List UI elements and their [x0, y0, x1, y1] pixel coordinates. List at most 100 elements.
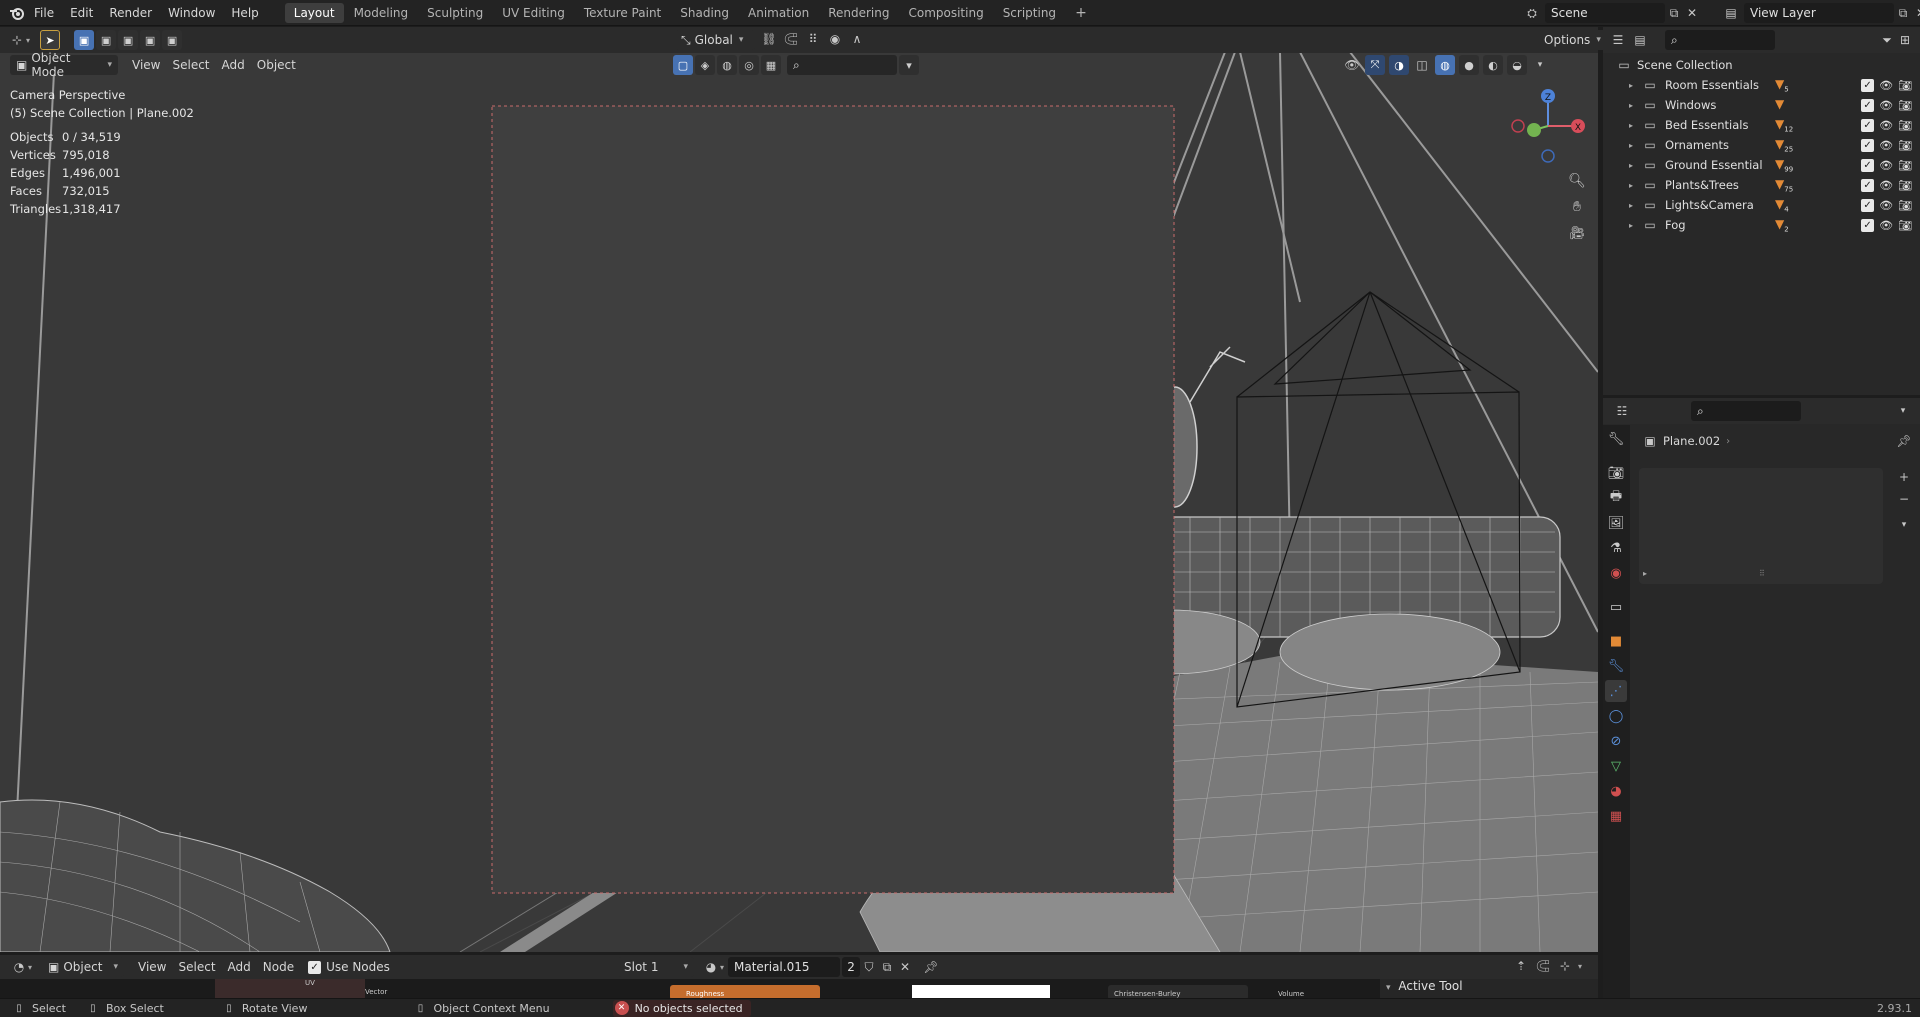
collapse-arrow-icon[interactable]: ▾ [1380, 983, 1391, 993]
filter-object-icon[interactable]: ▢ [673, 55, 693, 75]
disclosure-arrow-icon[interactable]: ▸ [1625, 216, 1637, 234]
fake-user-icon[interactable]: ⛉ [860, 958, 878, 976]
snap-element-icon[interactable]: ⊹ [1556, 957, 1574, 975]
display-mode-icon[interactable]: ▤ [1631, 31, 1649, 49]
viewport-menu-add[interactable]: Add [216, 55, 251, 75]
editor-type-icon[interactable]: ⊹ [8, 31, 26, 49]
filter-material-icon[interactable]: ◍ [717, 55, 737, 75]
data-tab-icon[interactable]: ▽ [1605, 755, 1627, 777]
select-invert-icon[interactable]: ▣ [140, 30, 161, 50]
scene-icon[interactable]: ⛭ [1523, 4, 1541, 22]
navigation-gizmo[interactable]: Z X [1508, 86, 1588, 166]
slot-specials-icon[interactable]: ▾ [1895, 516, 1913, 534]
shader-menu-node[interactable]: Node [257, 957, 300, 977]
outliner-item[interactable]: ▸ ▭ Fog ▼2 ✓ 👁︎ 📷︎ [1603, 215, 1920, 235]
disclosure-arrow-icon[interactable]: ▸ [1625, 196, 1637, 214]
viewport-menu-view[interactable]: View [126, 55, 166, 75]
render-camera-icon[interactable]: 📷︎ [1898, 219, 1912, 232]
tab-texture-paint[interactable]: Texture Paint [575, 3, 670, 23]
render-camera-icon[interactable]: 📷︎ [1898, 179, 1912, 192]
solid-shading-icon[interactable]: ● [1459, 55, 1479, 75]
options-dropdown[interactable]: Options ▾ [1538, 30, 1607, 50]
disclosure-arrow-icon[interactable]: ▸ [1625, 176, 1637, 194]
outliner-item[interactable]: ▸ ▭ Bed Essentials ▼12 ✓ 👁︎ 📷︎ [1603, 115, 1920, 135]
particles-tab-icon[interactable]: ⋰ [1605, 680, 1627, 702]
viewport-search-input[interactable]: ⌕ [787, 55, 897, 75]
exclude-checkbox[interactable]: ✓ [1861, 118, 1875, 132]
tab-shading[interactable]: Shading [671, 3, 738, 23]
pin-icon[interactable]: 📌︎ [1895, 432, 1913, 450]
properties-search-input[interactable]: ⌕ [1691, 401, 1801, 421]
object-filter-icon[interactable]: ▼99 [1775, 157, 1793, 173]
menu-edit[interactable]: Edit [62, 0, 101, 26]
select-subtract-icon[interactable]: ▣ [118, 30, 139, 50]
add-workspace-icon[interactable]: + [1066, 3, 1096, 23]
disclosure-arrow-icon[interactable]: ▸ [1625, 136, 1637, 154]
tab-layout[interactable]: Layout [284, 2, 344, 23]
zoom-icon[interactable]: 🔍︎ [1568, 172, 1586, 190]
use-nodes-checkbox[interactable]: ✓ [308, 960, 322, 974]
outliner-item[interactable]: ▸ ▭ Ornaments ▼25 ✓ 👁︎ 📷︎ [1603, 135, 1920, 155]
transform-orientation-dropdown[interactable]: ⤡ Global ▾ [675, 30, 755, 50]
node-box[interactable]: UV Vector [215, 979, 387, 1000]
material-tab-icon[interactable]: ◕ [1605, 780, 1627, 802]
viewport-menu-object[interactable]: Object [251, 55, 302, 75]
copy-view-layer-icon[interactable]: ⧉ [1894, 4, 1912, 22]
filter-mesh-icon[interactable]: ◈ [695, 55, 715, 75]
unlink-material-icon[interactable]: ✕ [896, 958, 914, 976]
outliner-item[interactable]: ▸ ▭ Lights&Camera ▼4 ✓ 👁︎ 📷︎ [1603, 195, 1920, 215]
collection-tab-icon[interactable]: ▭ [1605, 596, 1627, 618]
render-camera-icon[interactable]: 📷︎ [1898, 139, 1912, 152]
filter-icon[interactable]: ⏷ [1878, 31, 1896, 49]
outliner-item[interactable]: ▸ ▭ Plants&Trees ▼75 ✓ 👁︎ 📷︎ [1603, 175, 1920, 195]
modifier-tab-icon[interactable]: 🔧︎ [1605, 655, 1627, 677]
exclude-checkbox[interactable]: ✓ [1861, 138, 1875, 152]
exclude-checkbox[interactable]: ✓ [1861, 158, 1875, 172]
xray-icon[interactable]: ◫ [1413, 56, 1431, 74]
menu-window[interactable]: Window [160, 0, 223, 26]
view-layer-tab-icon[interactable]: 🖼︎ [1605, 512, 1627, 534]
exclude-checkbox[interactable]: ✓ [1861, 98, 1875, 112]
select-new-icon[interactable]: ▣ [74, 30, 95, 50]
disclosure-arrow-icon[interactable]: ▸ [1625, 76, 1637, 94]
pivot-icon[interactable]: ⛓ [760, 30, 778, 48]
disclosure-arrow-icon[interactable]: ▸ [1625, 96, 1637, 114]
snap-target-icon[interactable]: ⠿ [804, 30, 822, 48]
resize-handle-icon[interactable]: ⠿ [1759, 569, 1765, 578]
gizmo-toggle-icon[interactable]: ⤧ [1365, 55, 1385, 75]
object-filter-icon[interactable]: ▼ [1775, 97, 1784, 113]
menu-file[interactable]: File [26, 0, 62, 26]
material-users-count[interactable]: 2 [842, 957, 861, 977]
eye-visibility-icon[interactable]: 👁︎ [1879, 79, 1893, 92]
render-camera-icon[interactable]: 📷︎ [1898, 79, 1912, 92]
select-tool-icon[interactable]: ➤ [40, 30, 61, 50]
camera-view-icon[interactable]: 🎥︎ [1568, 224, 1586, 242]
shader-menu-view[interactable]: View [132, 957, 172, 977]
material-slot-list[interactable]: ▸ ⠿ [1639, 468, 1883, 584]
world-tab-icon[interactable]: ◉ [1605, 562, 1627, 584]
scene-field[interactable]: Scene [1545, 3, 1665, 23]
expand-arrow-icon[interactable]: ▸ [1643, 569, 1647, 578]
shader-type-dropdown[interactable]: ▣ Object ▾ [42, 957, 125, 977]
menu-render[interactable]: Render [101, 0, 160, 26]
constraints-tab-icon[interactable]: ⊘ [1605, 730, 1627, 752]
exclude-checkbox[interactable]: ✓ [1861, 78, 1875, 92]
search-options-icon[interactable]: ▾ [899, 55, 919, 75]
disclosure-arrow-icon[interactable]: ▸ [1625, 116, 1637, 134]
disclosure-arrow-icon[interactable]: ▸ [1625, 156, 1637, 174]
eye-visibility-icon[interactable]: 👁︎ [1879, 159, 1893, 172]
object-filter-icon[interactable]: ▼12 [1775, 117, 1793, 133]
filter-texture-icon[interactable]: ▦ [761, 55, 781, 75]
hand-pan-icon[interactable]: ✋︎ [1568, 198, 1586, 216]
tab-scripting[interactable]: Scripting [994, 3, 1065, 23]
remove-scene-icon[interactable]: ✕ [1683, 4, 1701, 22]
output-tab-icon[interactable]: 🖶 [1605, 487, 1627, 509]
object-filter-icon[interactable]: ▼75 [1775, 177, 1793, 193]
parent-node-icon[interactable]: ⇡ [1512, 957, 1530, 975]
duplicate-material-icon[interactable]: ⧉ [878, 958, 896, 976]
outliner-search-input[interactable]: ⌕ [1665, 30, 1775, 50]
view-layer-icon[interactable]: ▤ [1722, 4, 1740, 22]
object-tab-icon[interactable]: ■ [1605, 630, 1627, 652]
material-name-field[interactable]: Material.015 [728, 957, 841, 977]
select-intersect-icon[interactable]: ▣ [162, 30, 183, 50]
